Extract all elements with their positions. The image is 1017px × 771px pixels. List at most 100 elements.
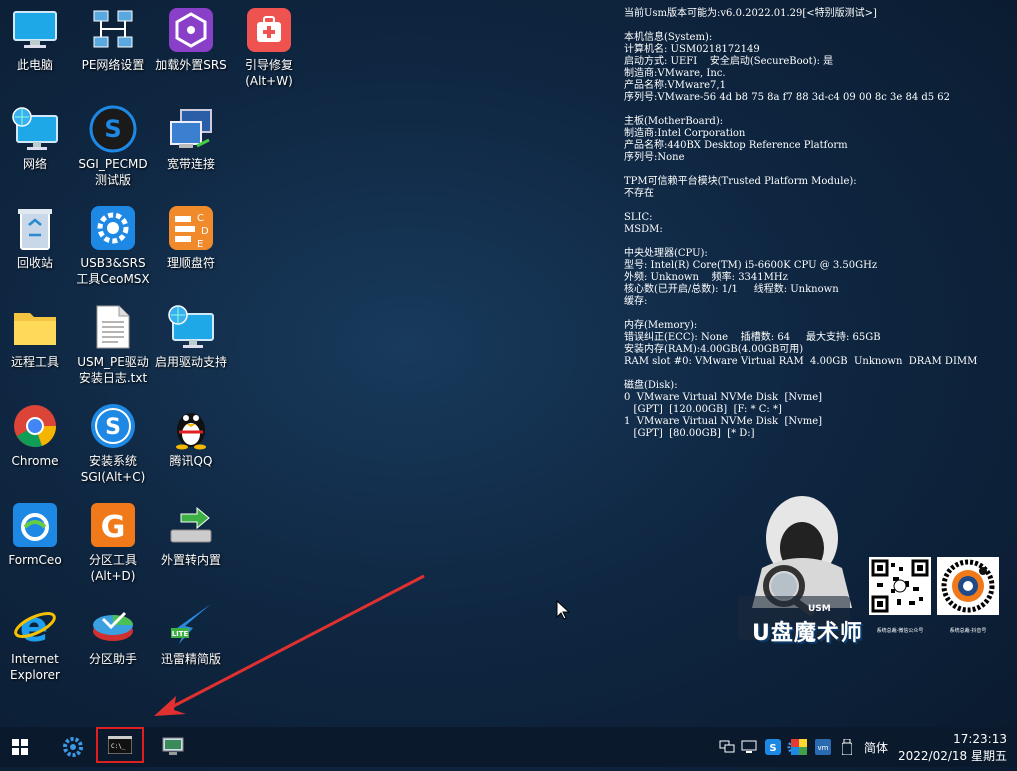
desktop-icon-formceo[interactable]: FormCeo <box>0 501 75 568</box>
sysinfo-line: 序列号:VMware-56 4d b8 75 8a f7 88 3d-c4 09… <box>624 92 951 103</box>
desktop-icon-network[interactable]: 网络 <box>0 105 75 172</box>
desktop-icon-partition-tool[interactable]: G 分区工具 (Alt+D) <box>73 501 153 584</box>
taskbar-monitor-button[interactable] <box>158 727 188 767</box>
usm-logo-badge: USM <box>808 604 831 614</box>
svg-text:S: S <box>104 115 121 143</box>
sysinfo-line: 型号: Intel(R) Core(TM) i5-6600K CPU @ 3.5… <box>624 260 878 271</box>
taskbar-settings-button[interactable] <box>58 727 88 767</box>
sysinfo-line: 启动方式: UEFI 安全启动(SecureBoot): 是 <box>624 56 834 67</box>
taskbar-clock[interactable]: 17:23:13 2022/02/18 星期五 <box>898 731 1007 765</box>
desktop-icon-broadband[interactable]: 宽带连接 <box>151 105 231 172</box>
sysinfo-line: RAM slot #0: VMware Virtual RAM 4.00GB U… <box>624 356 978 367</box>
icon-label: 腾讯QQ <box>169 454 213 468</box>
sysinfo-line: 当前Usm版本可能为:v6.0.2022.01.29[<特别版测试>] <box>624 8 877 19</box>
clock-time: 17:23:13 <box>953 732 1007 746</box>
tray-network-icon[interactable] <box>718 739 736 755</box>
desktop-icon-external-to-internal[interactable]: 外置转内置 <box>151 501 231 568</box>
sysinfo-line <box>624 164 1009 176</box>
svg-text:e: e <box>20 602 49 647</box>
globe-monitor-icon <box>167 303 215 351</box>
sysinfo-line: 安装内存(RAM):4.00GB(4.00GB可用) <box>624 344 804 355</box>
desktop-icon-internet-explorer[interactable]: e Internet Explorer <box>0 600 75 683</box>
sgi-install-icon: S <box>89 402 137 450</box>
network-settings-icon <box>89 6 137 54</box>
desktop-icon-drive-letters[interactable]: CDE 理顺盘符 <box>151 204 231 271</box>
qr-caption-douyin: 系统总裁-抖音号 <box>949 628 987 634</box>
desktop-icon-sgi-pecmd[interactable]: S SGI_PECMD 测试版 <box>73 105 153 188</box>
gear-tool-icon <box>63 737 83 757</box>
desktop-icon-this-pc[interactable]: 此电脑 <box>0 6 75 73</box>
sysinfo-line: [GPT] [120.00GB] [F: * C: *] <box>624 404 782 415</box>
icon-label: 启用驱动支持 <box>154 355 227 369</box>
desktop-icon-partition-assistant[interactable]: 分区助手 <box>73 600 153 667</box>
desktop-icon-driver-log[interactable]: USM_PE驱动 安装日志.txt <box>73 303 153 386</box>
icon-label: 外置转内置 <box>160 553 221 567</box>
icon-label: Internet Explorer <box>10 652 60 682</box>
sysinfo-line <box>624 236 1009 248</box>
clock-date: 2022/02/18 星期五 <box>898 749 1007 763</box>
svg-text:G: G <box>101 510 126 545</box>
icon-label: 迅雷精简版 <box>160 652 221 666</box>
qr-code-douyin <box>937 557 999 615</box>
mouse-cursor-icon <box>556 599 571 624</box>
icon-label: PE网络设置 <box>81 58 145 72</box>
broadband-connection-icon <box>167 105 215 153</box>
tray-vm-icon[interactable]: vm <box>814 739 832 755</box>
desktop-icon-usb3-srs[interactable]: USB3&SRS 工具CeoMSX <box>73 204 153 287</box>
desktop-icon-chrome[interactable]: Chrome <box>0 402 75 469</box>
sysinfo-line: 缓存: <box>624 296 648 307</box>
sysinfo-line: 主板(MotherBoard): <box>624 116 724 127</box>
diskgenius-icon: G <box>89 501 137 549</box>
desktop-icon-thunder-lite[interactable]: LITE 迅雷精简版 <box>151 600 231 667</box>
internet-explorer-icon: e <box>11 600 59 648</box>
sysinfo-line: 1 VMware Virtual NVMe Disk [Nvme] <box>624 416 823 427</box>
qq-penguin-icon <box>167 402 215 450</box>
desktop-icon-load-srs[interactable]: 加载外置SRS <box>151 6 231 73</box>
sysinfo-line <box>624 308 1009 320</box>
desktop-icon-qq[interactable]: 腾讯QQ <box>151 402 231 469</box>
taskbar: C:\_ S vm 简体 17:23:13 2022/02/18 星期五 <box>0 727 1017 767</box>
qr-code-wechat <box>869 557 931 615</box>
windows-logo-icon <box>12 739 28 755</box>
sysinfo-line: 本机信息(System): <box>624 32 713 43</box>
svg-text:S: S <box>105 415 121 440</box>
usb-transfer-icon <box>167 501 215 549</box>
desktop-icon-recycle-bin[interactable]: 回收站 <box>0 204 75 271</box>
sysinfo-line: 中央处理器(CPU): <box>624 248 708 259</box>
ime-indicator[interactable]: 简体 <box>864 739 888 756</box>
computer-icon <box>11 6 59 54</box>
start-button[interactable] <box>2 727 38 767</box>
desktop-icon-pe-network[interactable]: PE网络设置 <box>73 6 153 73</box>
desktop-icon-install-system[interactable]: S 安装系统 SGI(Alt+C) <box>73 402 153 485</box>
icon-label: 加载外置SRS <box>155 58 227 72</box>
usm-logo-text: U盘魔术师 <box>752 621 863 646</box>
tray-usm-icon[interactable]: S <box>764 739 782 755</box>
sysinfo-line <box>624 104 1009 116</box>
sysinfo-line: 外频: Unknown 频率: 3341MHz <box>624 272 788 283</box>
svg-text:S: S <box>769 743 776 754</box>
svg-text:D: D <box>201 226 209 237</box>
taskbar-cmd-button[interactable]: C:\_ <box>96 727 144 763</box>
sysinfo-line: 制造商:Intel Corporation <box>624 128 746 139</box>
sysinfo-line: 核心数(已开启/总数): 1/1 线程数: Unknown <box>624 284 839 295</box>
tray-display-icon[interactable] <box>740 739 758 755</box>
sysinfo-line: 错误纠正(ECC): None 插槽数: 64 最大支持: 65GB <box>624 332 881 343</box>
partition-assistant-icon <box>89 600 137 648</box>
tray-usb-drive-icon[interactable] <box>840 739 854 755</box>
usb-tool-gear-icon <box>89 204 137 252</box>
svg-text:LITE: LITE <box>172 630 189 638</box>
sgi-logo-icon: S <box>89 105 137 153</box>
globe-monitor-icon <box>11 105 59 153</box>
svg-text:C: C <box>197 213 204 224</box>
desktop-icon-remote-tools[interactable]: 远程工具 <box>0 303 75 370</box>
tray-paint-icon[interactable] <box>790 739 808 755</box>
icon-label: 引导修复 (Alt+W) <box>244 58 293 88</box>
chrome-icon <box>11 402 59 450</box>
icon-label: 此电脑 <box>16 58 53 72</box>
icon-label: 远程工具 <box>10 355 59 369</box>
desktop-icon-boot-repair[interactable]: 引导修复 (Alt+W) <box>229 6 309 89</box>
desktop-icon-enable-drivers[interactable]: 启用驱动支持 <box>151 303 231 370</box>
sysinfo-line: 0 VMware Virtual NVMe Disk [Nvme] <box>624 392 823 403</box>
icon-label: Chrome <box>11 454 59 468</box>
sysinfo-line: 不存在 <box>624 188 654 199</box>
